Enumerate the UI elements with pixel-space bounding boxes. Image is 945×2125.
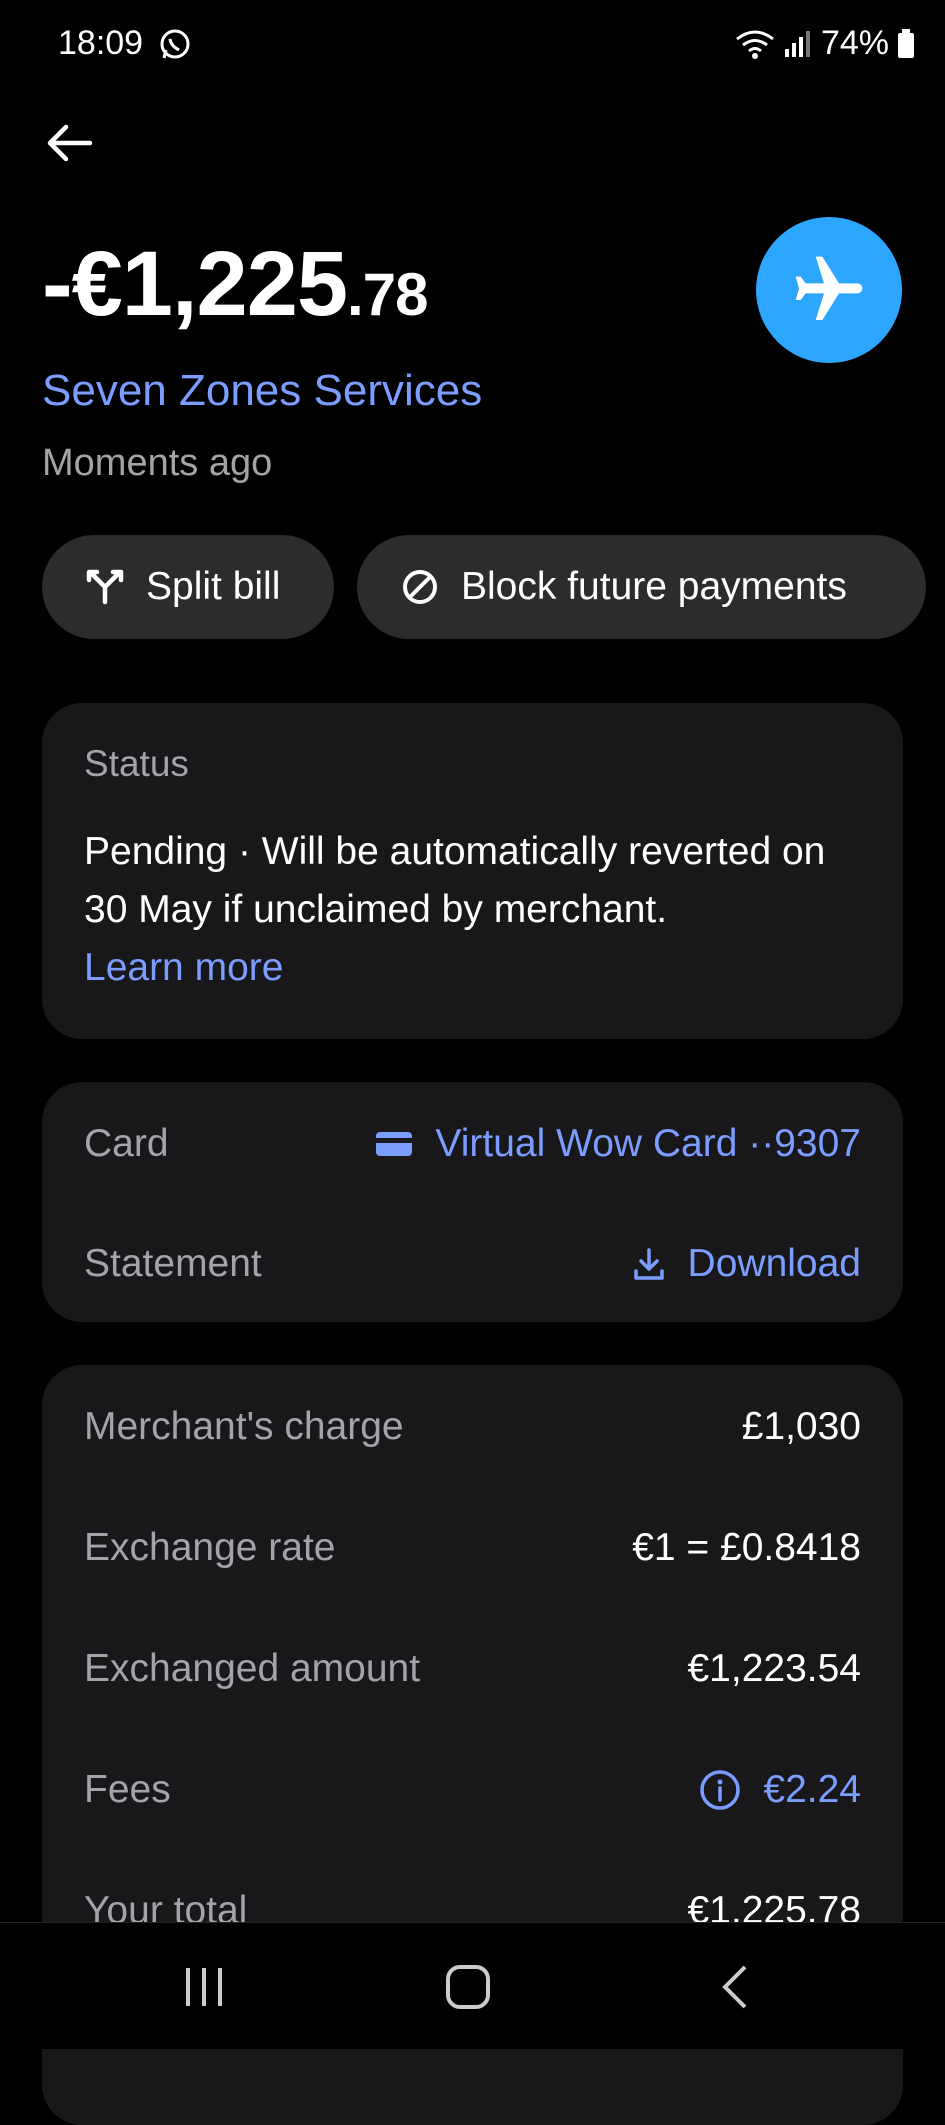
signal-icon [784,30,810,57]
merchant-charge-value: £1,030 [741,1405,861,1448]
exchange-rate-row: Exchange rate €1 = £0.8418 [84,1526,861,1570]
split-bill-label: Split bill [146,565,281,608]
download-button[interactable]: Download [632,1242,861,1286]
battery-percent: 74% [820,24,889,62]
download-icon [633,1248,664,1280]
exchange-rate-value: €1 = £0.8418 [632,1526,861,1569]
arrow-left-icon [47,124,93,162]
statement-row[interactable]: Statement Download [84,1242,861,1286]
fees-amount: €2.24 [763,1768,861,1811]
block-payments-button[interactable]: Block future payments [357,535,926,639]
back-nav-button[interactable] [694,1959,774,2015]
merchant-avatar[interactable] [756,217,902,363]
home-icon [446,1965,490,2009]
learn-more-link[interactable]: Learn more [84,939,861,997]
transaction-amount: -€1,225.78 [42,232,428,337]
amount-main: -€1,225 [42,233,348,335]
statement-label: Statement [84,1242,262,1285]
block-icon [403,570,437,604]
status-time: 18:09 [58,24,144,62]
card-value[interactable]: Virtual Wow Card ··9307 [375,1122,861,1166]
amount-cents: .78 [347,261,428,328]
merchant-charge-row: Merchant's charge £1,030 [84,1405,861,1449]
info-icon [700,1770,741,1810]
fees-value[interactable]: €2.24 [699,1768,861,1812]
fees-row[interactable]: Fees €2.24 [84,1768,861,1812]
airplane-icon [795,256,863,320]
credit-card-icon [376,1132,413,1156]
block-payments-label: Block future payments [461,565,847,608]
transaction-time: Moments ago [42,442,273,484]
battery-icon [898,28,914,58]
exchange-rate-label: Exchange rate [84,1526,336,1569]
whatsapp-icon [160,29,190,59]
status-card: Status Pending · Will be automatically r… [42,703,903,1039]
status-text: Pending · Will be automatically reverted… [84,830,826,931]
system-icons: 74% [735,24,915,63]
split-icon [86,569,124,605]
recent-apps-icon [186,1968,222,2006]
status-label: Status [84,743,189,784]
merchant-name[interactable]: Seven Zones Services [42,366,482,416]
home-button[interactable] [428,1959,508,2015]
system-nav-bar [0,1922,945,2049]
download-label: Download [687,1242,861,1285]
merchant-charge-label: Merchant's charge [84,1405,404,1448]
exchanged-amount-row: Exchanged amount €1,223.54 [84,1647,861,1691]
fees-label: Fees [84,1768,171,1811]
card-label: Card [84,1122,169,1165]
card-value-text: Virtual Wow Card ··9307 [435,1122,861,1165]
wifi-icon [736,30,774,59]
split-bill-button[interactable]: Split bill [42,535,334,639]
card-row[interactable]: Card Virtual Wow Card ··9307 [84,1122,861,1166]
exchanged-amount-label: Exchanged amount [84,1647,421,1690]
recent-apps-button[interactable] [164,1959,244,2015]
chevron-left-icon [722,1965,747,2009]
exchanged-amount-value: €1,223.54 [687,1647,861,1690]
card-details: Card Virtual Wow Card ··9307 Statement D… [42,1082,903,1322]
status-bar: 18:09 74% [0,0,945,92]
back-button[interactable] [40,118,98,168]
